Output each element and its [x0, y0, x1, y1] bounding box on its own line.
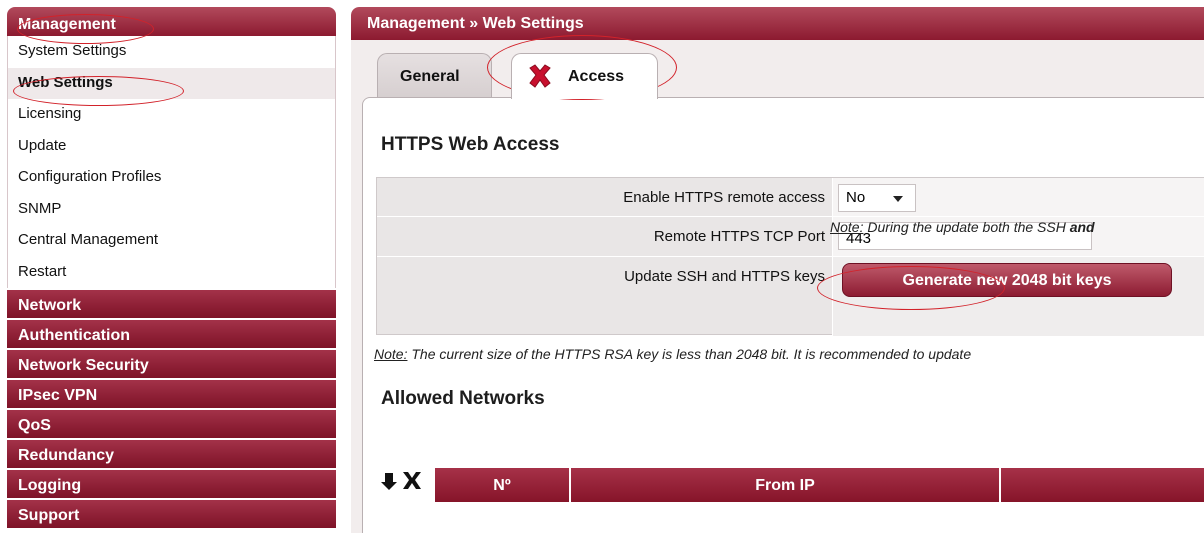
- delete-row-icon[interactable]: [403, 472, 421, 489]
- note-prefix: Note:: [374, 346, 408, 362]
- sidebar-section-network-security[interactable]: Network Security: [7, 348, 336, 378]
- sidebar-section-label: Authentication: [18, 327, 130, 344]
- sidebar-item-configuration-profiles[interactable]: Configuration Profiles: [8, 162, 335, 194]
- sidebar-item-label: Web Settings: [18, 73, 113, 91]
- sidebar-section-redundancy[interactable]: Redundancy: [7, 438, 336, 468]
- rsa-key-note: Note: The current size of the HTTPS RSA …: [374, 346, 971, 362]
- column-header-from-ip[interactable]: From IP: [571, 468, 1001, 502]
- sidebar-section-logging[interactable]: Logging: [7, 468, 336, 498]
- sidebar-section-label: QoS: [18, 417, 51, 434]
- sidebar-item-label: Restart: [18, 262, 67, 280]
- sidebar-item-label: Central Management: [18, 231, 159, 248]
- update-keys-value-cell: Generate new 2048 bit keys: [832, 257, 1204, 336]
- sidebar-section-label: Support: [18, 507, 80, 524]
- column-header-next[interactable]: [1001, 468, 1204, 502]
- tab-label: Access: [568, 68, 625, 85]
- sidebar-item-label: Configuration Profiles: [18, 168, 162, 185]
- sidebar-item-system-settings[interactable]: System Settings: [8, 36, 335, 68]
- sidebar-section-authentication[interactable]: Authentication: [7, 318, 336, 348]
- sidebar-item-web-settings[interactable]: Web Settings: [8, 67, 335, 99]
- sidebar-item-central-management[interactable]: Central Management: [8, 225, 335, 257]
- allowed-networks-title: Allowed Networks: [381, 388, 545, 409]
- enable-remote-value-cell: No: [832, 178, 1204, 216]
- sidebar-section-support[interactable]: Support: [7, 498, 336, 528]
- column-header-number[interactable]: Nº: [435, 468, 571, 502]
- https-settings-form: Enable HTTPS remote access No Remote HTT…: [376, 177, 1204, 336]
- tab-label: General: [400, 68, 460, 85]
- row-update-keys: Update SSH and HTTPS keys Generate new 2…: [377, 257, 1204, 336]
- generate-keys-button[interactable]: Generate new 2048 bit keys: [842, 263, 1172, 297]
- enable-remote-selected: No: [846, 189, 866, 206]
- tcp-port-label: Remote HTTPS TCP Port: [653, 228, 825, 245]
- note-text: The current size of the HTTPS RSA key is…: [407, 346, 972, 362]
- note-text: During the update both the SSH: [863, 219, 1070, 235]
- sidebar-section-management[interactable]: Management: [7, 7, 336, 36]
- sidebar-section-label: IPsec VPN: [18, 387, 98, 404]
- sidebar-item-label: SNMP: [18, 199, 62, 217]
- sidebar-section-label: Network Security: [18, 357, 149, 374]
- row-enable-remote: Enable HTTPS remote access No: [377, 178, 1204, 217]
- table-actions: [381, 472, 421, 490]
- sidebar: Management System Settings Web Settings …: [7, 7, 336, 533]
- update-keys-label: Update SSH and HTTPS keys: [624, 268, 825, 285]
- note-prefix: Note:: [830, 219, 864, 235]
- inline-update-note: Note: During the update both the SSH and: [830, 219, 1095, 235]
- page: Management System Settings Web Settings …: [0, 0, 1204, 533]
- main-panel: Management » Web Settings General Access…: [351, 7, 1204, 533]
- breadcrumb-text: Management » Web Settings: [367, 15, 584, 32]
- enable-remote-select[interactable]: No: [838, 184, 916, 212]
- https-section-title: HTTPS Web Access: [381, 134, 560, 155]
- sidebar-item-licensing[interactable]: Licensing: [8, 99, 335, 131]
- add-row-icon[interactable]: [381, 473, 397, 490]
- sidebar-section-label: Management: [18, 16, 116, 33]
- sidebar-item-label: System Settings: [18, 42, 127, 59]
- breadcrumb: Management » Web Settings: [351, 7, 1204, 40]
- tab-content: HTTPS Web Access Enable HTTPS remote acc…: [362, 97, 1204, 533]
- sidebar-item-label: Update: [18, 136, 67, 154]
- sidebar-section-network[interactable]: Network: [7, 288, 336, 318]
- tab-general[interactable]: General: [377, 53, 492, 97]
- sidebar-item-label: Licensing: [18, 105, 82, 122]
- sidebar-section-label: Network: [18, 297, 82, 314]
- sidebar-item-snmp[interactable]: SNMP: [8, 194, 335, 226]
- sidebar-section-label: Redundancy: [18, 447, 115, 464]
- tab-access[interactable]: Access: [511, 53, 658, 99]
- sidebar-section-label: Logging: [18, 477, 82, 494]
- generate-keys-label: Generate new 2048 bit keys: [902, 272, 1112, 289]
- sidebar-section-qos[interactable]: QoS: [7, 408, 336, 438]
- allowed-networks-table-header: Nº From IP: [435, 468, 1204, 502]
- enable-remote-label: Enable HTTPS remote access: [623, 189, 825, 206]
- red-x-icon: [529, 64, 551, 88]
- chevron-down-icon: [893, 196, 903, 202]
- management-menu: System Settings Web Settings Licensing U…: [7, 36, 336, 288]
- sidebar-item-update[interactable]: Update: [8, 131, 335, 163]
- sidebar-section-ipsec-vpn[interactable]: IPsec VPN: [7, 378, 336, 408]
- sidebar-item-restart[interactable]: Restart: [8, 257, 335, 289]
- note-bold: and: [1069, 219, 1095, 235]
